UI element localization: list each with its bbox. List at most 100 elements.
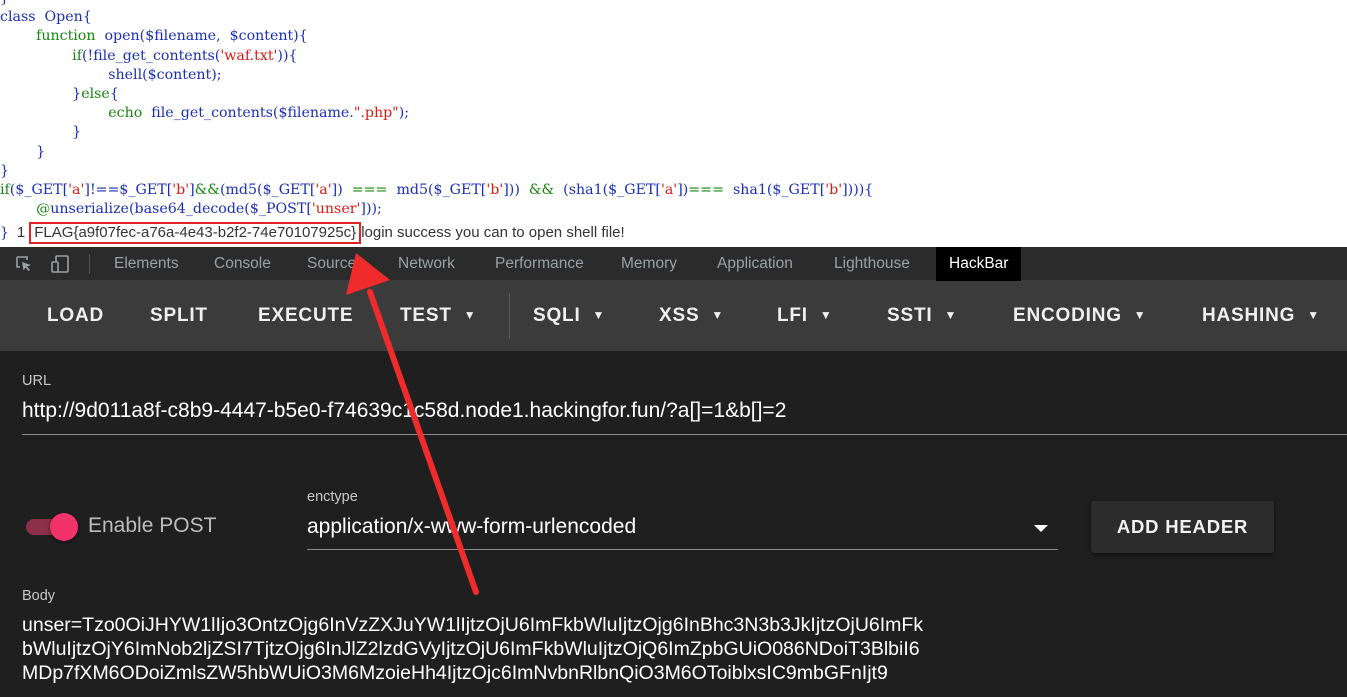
ssti-label: SSTI — [887, 305, 933, 326]
caret-down-icon: ▼ — [1133, 308, 1147, 322]
tab-hackbar[interactable]: HackBar — [936, 247, 1022, 281]
tab-console[interactable]: Console — [214, 247, 271, 281]
load-button[interactable]: LOAD — [47, 281, 104, 351]
url-label: URL — [22, 373, 52, 389]
result-line: } 1 FLAG{a9f07fec-a76a-4e43-b2f2-74e701079… — [0, 222, 625, 244]
code-token: else — [81, 85, 110, 102]
enctype-select[interactable]: application/x-www-form-urlencoded — [307, 509, 1058, 551]
code-line: if(!file_get_contents('waf.txt')){ — [0, 47, 873, 66]
ssti-menu-button[interactable]: SSTI ▼ — [887, 281, 957, 351]
execute-label: EXECUTE — [258, 305, 354, 326]
tab-lighthouse[interactable]: Lighthouse — [834, 247, 910, 281]
code-token: md5($_GET[ — [387, 181, 487, 198]
url-input[interactable]: http://9d011a8f-c8b9-4447-b5e0-f74639c1c… — [22, 399, 786, 423]
tab-network[interactable]: Network — [398, 247, 455, 281]
xss-label: XSS — [659, 305, 700, 326]
code-token: 'a' — [315, 181, 332, 198]
result-number: 1 — [16, 224, 26, 241]
code-token: (!file_get_contents( — [81, 47, 221, 64]
body-textarea[interactable]: unser=Tzo0OiJHYW1lIjo3OntzOjg6InVzZXJuYW… — [22, 613, 1062, 685]
code-token: (sha1($_GET[ — [554, 181, 661, 198]
xss-menu-button[interactable]: XSS ▼ — [659, 281, 724, 351]
code-line: } — [0, 0, 873, 8]
code-token: 'b' — [172, 181, 190, 198]
code-line: if($_GET['a']!==$_GET['b']&&(md5($_GET['… — [0, 181, 873, 200]
enctype-label: enctype — [307, 489, 358, 505]
code-token: class Open{ — [0, 9, 92, 26]
add-header-button[interactable]: ADD HEADER — [1091, 501, 1274, 553]
tab-application[interactable]: Application — [717, 247, 793, 281]
caret-down-icon: ▼ — [463, 308, 477, 322]
sqli-label: SQLI — [533, 305, 581, 326]
code-token: ]))){ — [842, 181, 874, 198]
caret-down-icon: ▼ — [1307, 308, 1320, 322]
split-button[interactable]: SPLIT — [150, 281, 208, 351]
encoding-menu-button[interactable]: ENCODING ▼ — [1013, 281, 1146, 351]
code-token: ]!==$_GET[ — [84, 181, 173, 198]
hackbar-toolbar: LOAD SPLIT EXECUTE TEST ▼ SQLI ▼ XSS ▼ LFI ▼… — [0, 281, 1347, 351]
toggle-thumb — [50, 513, 78, 541]
code-line: } — [0, 162, 873, 181]
device-toolbar-icon[interactable] — [50, 254, 70, 274]
body-label: Body — [22, 588, 56, 604]
code-token: 'waf.txt' — [220, 47, 278, 64]
enctype-underline — [307, 549, 1058, 550]
code-token: ); — [398, 105, 410, 122]
code-token: ])) — [503, 181, 529, 198]
toolbar-divider — [89, 254, 90, 274]
toolbar-divider — [509, 293, 510, 339]
enable-post-toggle[interactable] — [26, 513, 78, 541]
code-line: function open($filename, $content){ — [0, 27, 873, 46]
tab-elements[interactable]: Elements — [114, 247, 179, 281]
tab-memory[interactable]: Memory — [621, 247, 677, 281]
url-input-underline — [22, 434, 1347, 435]
code-token: echo — [108, 105, 143, 122]
caret-down-icon: ▼ — [711, 308, 725, 322]
tab-sources[interactable]: Sources — [307, 247, 364, 281]
code-token: && — [194, 181, 220, 198]
code-token: } — [0, 85, 82, 102]
code-token: 'b' — [486, 181, 504, 198]
split-label: SPLIT — [150, 305, 208, 326]
code-token: shell($content); — [0, 66, 222, 83]
caret-down-icon: ▼ — [819, 308, 833, 322]
flag-highlight: FLAG{a9f07fec-a76a-4e43-b2f2-74e70107925… — [29, 222, 362, 244]
sqli-menu-button[interactable]: SQLI ▼ — [533, 281, 605, 351]
code-token: } — [0, 0, 9, 6]
code-line: echo file_get_contents($filename.".php")… — [0, 104, 873, 123]
code-token: (md5($_GET[ — [219, 181, 316, 198]
code-token: 'b' — [825, 181, 843, 198]
tab-performance[interactable]: Performance — [495, 247, 584, 281]
code-token: && — [528, 181, 555, 198]
code-token: 'unser' — [311, 201, 361, 218]
load-label: LOAD — [47, 305, 105, 326]
code-token: unserialize(base64_decode($_POST[ — [50, 201, 312, 218]
caret-down-icon: ▼ — [592, 308, 606, 322]
code-line: }else{ — [0, 85, 873, 104]
execute-button[interactable]: EXECUTE — [258, 281, 353, 351]
code-token: ]) — [677, 181, 689, 198]
enable-post-label: Enable POST — [88, 514, 217, 537]
inspect-element-icon[interactable] — [14, 254, 34, 274]
caret-down-icon: ▼ — [944, 308, 958, 322]
code-token: ($_GET[ — [9, 181, 69, 198]
hashing-label: HASHING — [1202, 305, 1296, 326]
code-line: class Open{ — [0, 8, 873, 27]
hackbar-panel: URL http://9d011a8f-c8b9-4447-b5e0-f7463… — [0, 351, 1347, 697]
code-token: )){ — [277, 47, 298, 64]
code-token: file_get_contents($filename. — [142, 105, 354, 122]
page-content: } class Open{ function open($filename, $c… — [0, 0, 1347, 247]
closing-brace: } — [0, 225, 9, 241]
test-menu-button[interactable]: TEST ▼ — [400, 281, 476, 351]
code-token: === — [688, 181, 724, 198]
lfi-menu-button[interactable]: LFI ▼ — [777, 281, 833, 351]
code-token: } — [0, 143, 46, 160]
code-token: ])); — [360, 201, 382, 218]
enctype-value: application/x-www-form-urlencoded — [307, 515, 637, 538]
code-token: if — [72, 47, 82, 64]
hashing-menu-button[interactable]: HASHING ▼ — [1202, 281, 1320, 351]
lfi-label: LFI — [777, 305, 808, 326]
